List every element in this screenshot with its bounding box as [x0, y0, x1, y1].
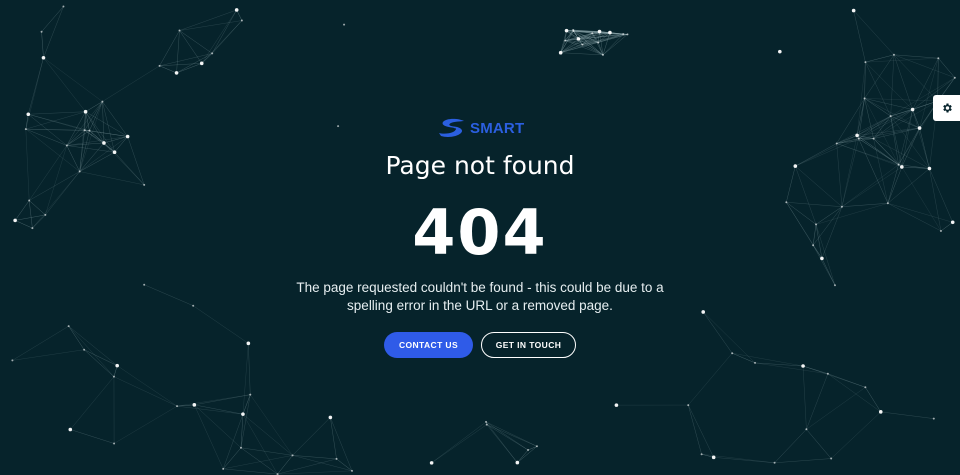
settings-toggle-button[interactable]: [933, 95, 960, 121]
get-in-touch-button[interactable]: GET IN TOUCH: [481, 332, 576, 358]
gear-icon: [942, 103, 952, 113]
error-code: 404: [412, 196, 548, 269]
swoosh-s-icon: [439, 118, 464, 137]
brand-logo[interactable]: SMART: [438, 117, 528, 139]
page-title: Page not found: [385, 151, 575, 180]
error-page: SMART Page not found 404 The page reques…: [0, 0, 960, 475]
contact-us-button[interactable]: CONTACT US: [384, 332, 473, 358]
error-description: The page requested couldn't be found - t…: [296, 280, 664, 313]
brand-name: SMART: [470, 119, 525, 137]
